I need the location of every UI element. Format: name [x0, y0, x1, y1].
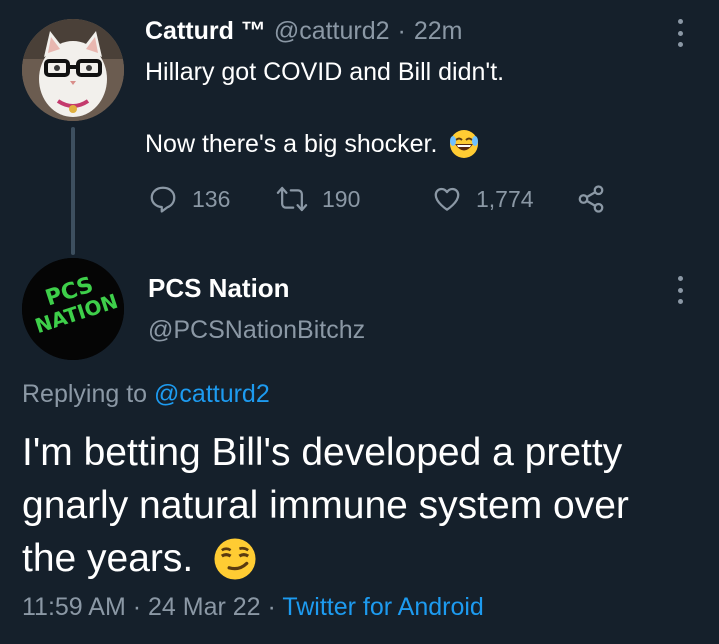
- tweet-time[interactable]: 22m: [414, 17, 463, 46]
- separator: ·: [132, 593, 142, 621]
- share-icon: [576, 184, 606, 214]
- catturd-avatar[interactable]: [22, 19, 124, 121]
- replying-to: Replying to @catturd2: [22, 380, 270, 409]
- reply-tweet-body: I'm betting Bill's developed a pretty gn…: [22, 426, 712, 585]
- tweet-text-line1: Hillary got COVID and Bill didn't.: [145, 58, 505, 86]
- parent-tweet-header: Catturd ™ @catturd2 · 22m: [145, 14, 463, 48]
- replying-label: Replying to: [22, 380, 148, 408]
- reply-author-handle[interactable]: @PCSNationBitchz: [148, 316, 365, 345]
- like-button[interactable]: 1,774: [432, 184, 576, 214]
- like-count: 1,774: [476, 185, 534, 212]
- pcs-nation-avatar[interactable]: PCS NATION: [22, 258, 124, 360]
- cat-avatar-icon: [22, 19, 124, 121]
- retweet-icon: [276, 184, 308, 214]
- body-line1: I'm betting Bill's developed a pretty: [22, 431, 623, 474]
- reply-author-name[interactable]: PCS Nation: [148, 273, 290, 304]
- share-button[interactable]: [576, 184, 606, 214]
- tweet-date[interactable]: 24 Mar 22: [148, 593, 261, 621]
- tweet-time[interactable]: 11:59 AM: [22, 593, 126, 621]
- author-name[interactable]: Catturd ™: [145, 17, 266, 46]
- separator: ·: [267, 593, 276, 621]
- author-handle[interactable]: @catturd2: [274, 17, 390, 46]
- tweet-text: Now there's a big shocker.: [145, 130, 438, 158]
- reply-icon: [148, 184, 178, 214]
- reply-count: 136: [192, 185, 231, 212]
- tweet-source[interactable]: Twitter for Android: [282, 593, 483, 621]
- retweet-button[interactable]: 190: [276, 184, 432, 214]
- retweet-count: 190: [322, 185, 361, 212]
- tweet-actions: 136 190 1,774: [148, 181, 606, 217]
- body-line3: the years.: [22, 532, 712, 585]
- body-line2: gnarly natural immune system over: [22, 484, 629, 527]
- thread-connector-line: [71, 127, 75, 255]
- tweet-text-line2: Now there's a big shocker.: [145, 128, 479, 160]
- heart-icon: [432, 184, 462, 214]
- more-options-icon[interactable]: [675, 19, 685, 47]
- reply-more-options-icon[interactable]: [675, 276, 685, 304]
- replying-to-handle[interactable]: @catturd2: [154, 380, 270, 408]
- separator: ·: [397, 16, 406, 45]
- grinning-sweat-laugh-emoji-icon: [449, 129, 479, 159]
- tweet-meta: 11:59 AM · 24 Mar 22 · Twitter for Andro…: [22, 593, 484, 622]
- reply-button[interactable]: 136: [148, 184, 276, 214]
- body-line3-text: the years.: [22, 537, 194, 580]
- smirking-face-emoji-icon: [213, 537, 257, 581]
